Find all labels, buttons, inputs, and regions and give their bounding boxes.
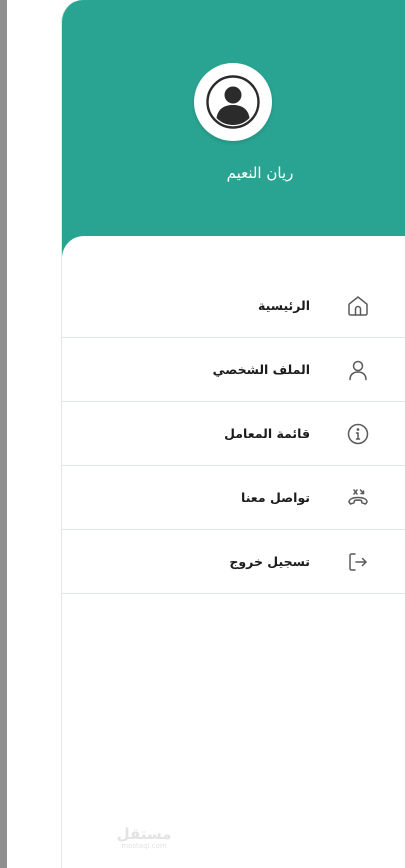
watermark-logo-text: مستقل xyxy=(116,825,172,843)
drawer-menu: الرئيسية الملف الشخصي قائمة المعامل تواص… xyxy=(62,274,405,594)
menu-item-profile[interactable]: الملف الشخصي xyxy=(62,338,405,402)
drawer-header: ريان النعيم xyxy=(62,0,405,258)
navigation-drawer: ريان النعيم الرئيسية الملف الشخصي قائمة … xyxy=(61,0,405,868)
watermark: مستقل mostaql.com xyxy=(114,826,174,851)
menu-item-logout[interactable]: تسجيل خروج xyxy=(62,530,405,594)
menu-item-label: تسجيل خروج xyxy=(229,554,310,569)
phone-icon xyxy=(346,486,370,510)
menu-item-label: الرئيسية xyxy=(258,298,310,313)
home-icon xyxy=(346,294,370,318)
user-name: ريان النعيم xyxy=(226,164,294,182)
drawer-body: الرئيسية الملف الشخصي قائمة المعامل تواص… xyxy=(62,236,405,868)
user-avatar-icon xyxy=(206,75,260,129)
menu-item-label: الملف الشخصي xyxy=(212,362,310,377)
watermark-url: mostaql.com xyxy=(121,842,167,850)
menu-item-label: تواصل معنا xyxy=(241,490,310,505)
window-edge xyxy=(0,0,7,868)
menu-item-contact[interactable]: تواصل معنا xyxy=(62,466,405,530)
menu-item-labs[interactable]: قائمة المعامل xyxy=(62,402,405,466)
menu-item-home[interactable]: الرئيسية xyxy=(62,274,405,338)
avatar[interactable] xyxy=(194,63,272,141)
logout-icon xyxy=(346,550,370,574)
menu-item-label: قائمة المعامل xyxy=(224,426,310,441)
user-icon xyxy=(346,358,370,382)
info-icon xyxy=(346,422,370,446)
